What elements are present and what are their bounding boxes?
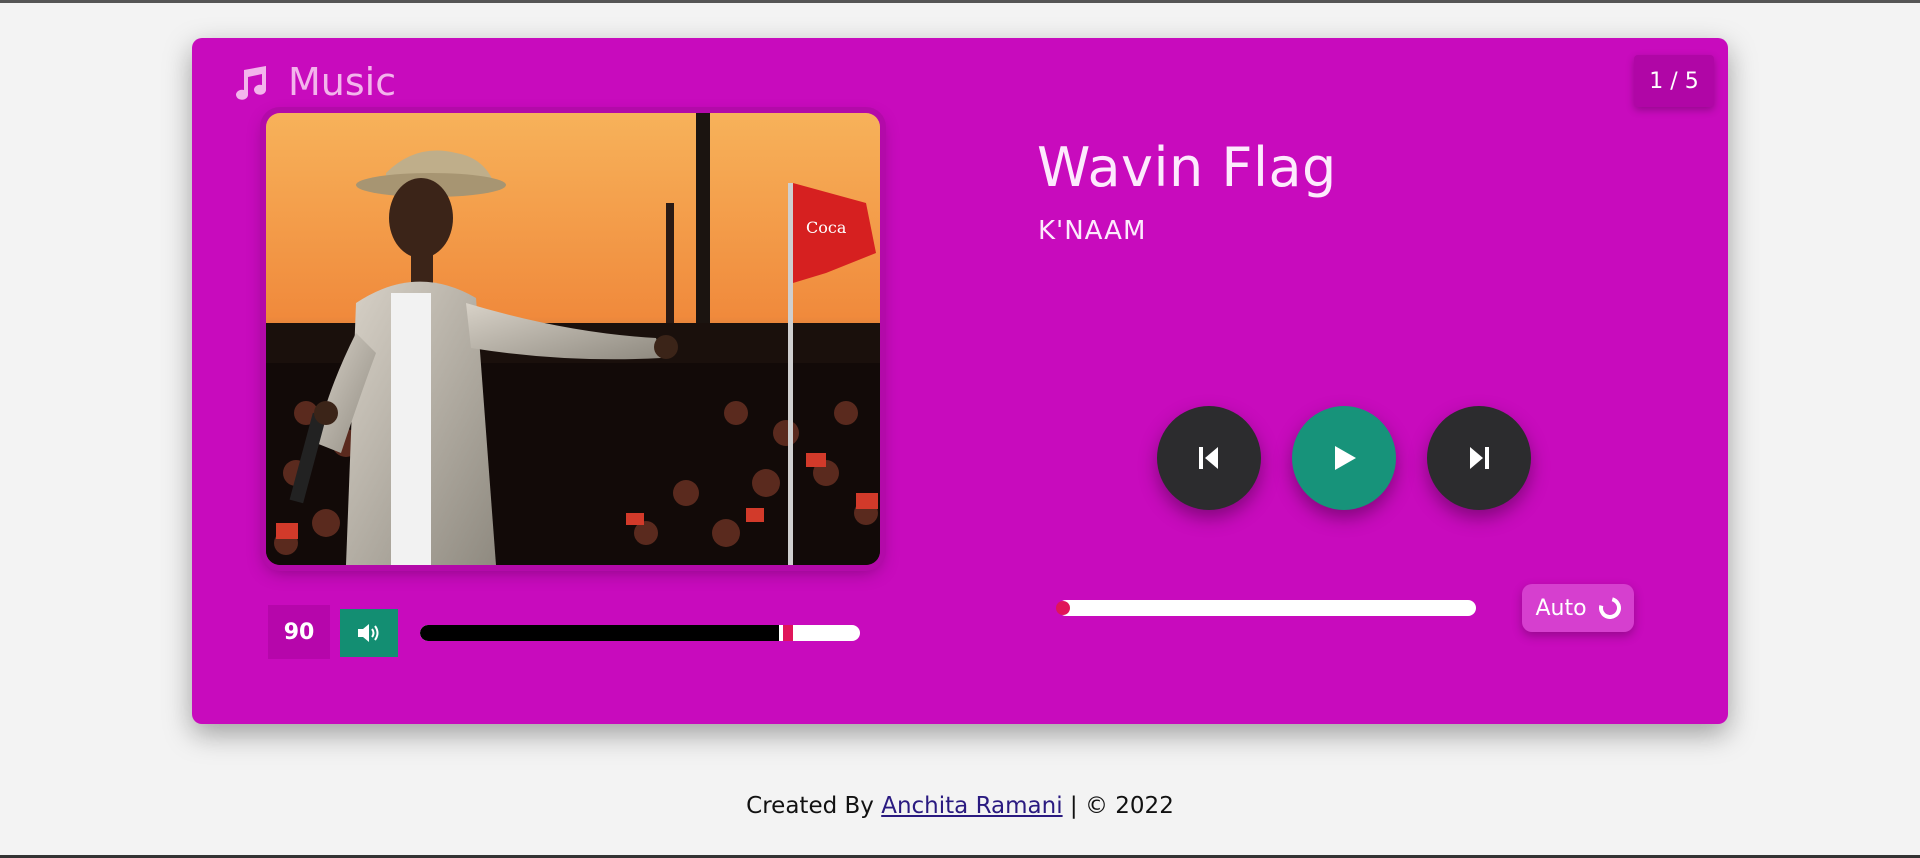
autoplay-label: Auto [1535, 595, 1587, 621]
music-note-icon [236, 66, 266, 100]
track-artist: K'NAAM [1038, 216, 1147, 246]
volume-slider-thumb[interactable] [779, 625, 793, 641]
svg-text:Coca: Coca [806, 218, 847, 237]
previous-button[interactable] [1157, 406, 1261, 510]
track-counter: 1 / 5 [1634, 55, 1714, 107]
loop-icon [1594, 592, 1625, 624]
brand: Music [234, 60, 396, 104]
play-icon [1335, 446, 1356, 470]
footer: Created By Anchita Ramani | © 2022 [0, 793, 1920, 819]
footer-suffix: | © 2022 [1069, 793, 1174, 819]
volume-value: 90 [268, 605, 330, 659]
brand-label: Music [288, 60, 397, 104]
player-card: Music 1 / 5 Coca 90 Wavin Flag K'NAAM Au… [192, 38, 1728, 724]
album-cover: Coca [266, 113, 880, 565]
seek-bar[interactable] [1056, 600, 1476, 616]
footer-prefix: Created By [746, 793, 874, 819]
mute-button[interactable] [340, 609, 398, 657]
next-button[interactable] [1427, 406, 1531, 510]
skip-back-icon [1199, 447, 1218, 469]
volume-slider[interactable] [420, 625, 860, 641]
autoplay-toggle[interactable]: Auto [1522, 584, 1634, 632]
volume-slider-fill [420, 625, 779, 641]
play-button[interactable] [1292, 406, 1396, 510]
speaker-icon [358, 624, 379, 642]
skip-forward-icon [1470, 447, 1489, 469]
album-cover-photo: Coca [266, 113, 880, 565]
seek-bar-thumb[interactable] [1056, 601, 1070, 615]
author-link[interactable]: Anchita Ramani [881, 793, 1062, 819]
track-title: Wavin Flag [1037, 136, 1337, 199]
